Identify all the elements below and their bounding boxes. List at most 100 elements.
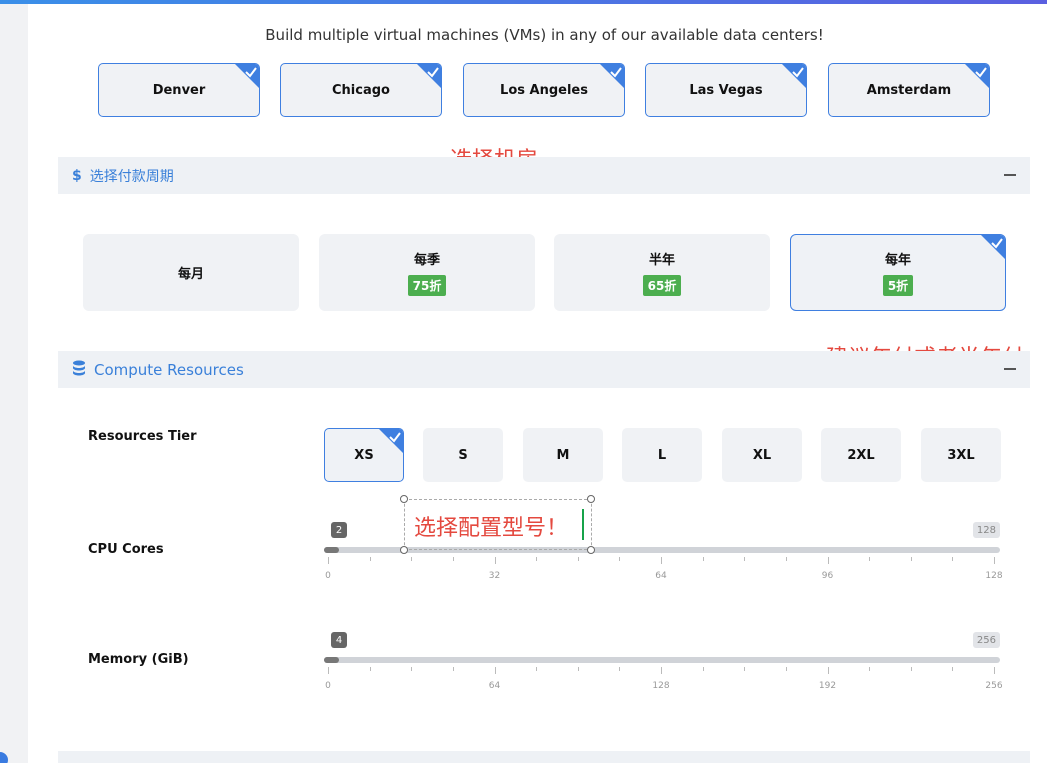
memory-max-tag: 256	[972, 632, 1000, 648]
slider-tick	[744, 557, 746, 561]
tier-option[interactable]: M	[523, 428, 603, 482]
datacenter-label: Chicago	[332, 82, 390, 98]
slider-tick	[411, 667, 413, 671]
check-icon	[417, 64, 441, 88]
compute-section-header[interactable]: Compute Resources	[58, 351, 1030, 388]
billing-option-label: 每年	[884, 253, 911, 268]
discount-badge: 5折	[882, 275, 914, 296]
resize-handle[interactable]	[400, 495, 408, 503]
billing-option[interactable]: 每月	[83, 234, 299, 311]
scroll-indicator[interactable]	[0, 752, 8, 763]
slider-tick	[785, 667, 787, 671]
resources-tier-label: Resources Tier	[88, 429, 197, 444]
tier-option[interactable]: L	[622, 428, 702, 482]
slider-tick	[994, 667, 995, 674]
slider-tick	[952, 667, 954, 671]
slider-tick	[452, 667, 454, 671]
compute-section-title: Compute Resources	[94, 360, 244, 379]
datacenter-option[interactable]: Chicago	[280, 63, 442, 117]
datacenter-option[interactable]: Los Angeles	[463, 63, 625, 117]
text-caret	[582, 509, 584, 540]
slider-tick	[536, 667, 538, 671]
slider-tick	[702, 667, 704, 671]
slider-tick-label: 0	[325, 571, 331, 581]
memory-value-tag: 4	[331, 632, 347, 648]
check-icon	[782, 64, 806, 88]
tier-label: L	[657, 447, 667, 463]
slider-tick-label: 96	[821, 571, 834, 581]
slider-tick	[369, 667, 371, 671]
datacenter-label: Amsterdam	[866, 82, 952, 98]
memory-fill	[324, 657, 339, 663]
tier-option[interactable]: 3XL	[921, 428, 1001, 482]
slider-tick	[411, 557, 413, 561]
slider-tick	[328, 667, 329, 674]
check-icon	[235, 64, 259, 88]
collapse-icon[interactable]	[1004, 368, 1016, 370]
datacenter-option[interactable]: Amsterdam	[828, 63, 990, 117]
slider-tick	[619, 557, 621, 561]
slider-tick	[869, 557, 871, 561]
check-icon	[965, 64, 989, 88]
slider-tick	[994, 557, 995, 564]
check-icon	[379, 429, 403, 453]
slider-tick-label: 32	[488, 571, 501, 581]
slider-tick	[328, 557, 329, 564]
datacenter-label: Las Vegas	[689, 82, 763, 98]
billing-option[interactable]: 半年 65折	[554, 234, 770, 311]
slider-tick	[494, 557, 496, 564]
resize-handle[interactable]	[400, 546, 408, 554]
tier-label: 2XL	[847, 447, 875, 463]
billing-option[interactable]: 每季 75折	[319, 234, 535, 311]
tier-option[interactable]: 2XL	[821, 428, 901, 482]
memory-slider[interactable]: 4 256 0 64 128 192 256	[324, 632, 1003, 692]
tier-label: XS	[354, 447, 374, 463]
billing-section-title: 选择付款周期	[89, 168, 174, 185]
resize-handle[interactable]	[587, 546, 595, 554]
datacenter-option[interactable]: Denver	[98, 63, 260, 117]
slider-tick	[452, 557, 454, 561]
database-icon	[72, 360, 86, 380]
slider-tick	[910, 557, 912, 561]
slider-tick	[577, 667, 579, 671]
slider-tick-label: 64	[488, 681, 501, 691]
cpu-value-tag: 2	[331, 522, 347, 538]
slider-tick-label: 64	[655, 571, 667, 581]
memory-label: Memory (GiB)	[88, 652, 189, 667]
datacenter-label: Los Angeles	[500, 82, 588, 98]
datacenter-label: Denver	[152, 82, 206, 98]
slider-tick-label: 256	[985, 681, 1003, 691]
tier-option[interactable]: XS	[324, 428, 404, 482]
billing-option[interactable]: 每年 5折	[790, 234, 1006, 311]
next-section-header[interactable]	[58, 751, 1030, 763]
check-icon	[981, 235, 1005, 259]
tier-option[interactable]: XL	[722, 428, 802, 482]
slider-tick	[577, 557, 579, 561]
memory-track[interactable]	[324, 657, 1000, 663]
slider-tick	[661, 667, 662, 674]
collapse-icon[interactable]	[1004, 174, 1016, 176]
slider-tick	[869, 667, 871, 671]
slider-tick	[369, 557, 371, 561]
billing-option-label: 每季	[413, 253, 440, 268]
check-icon	[600, 64, 624, 88]
slider-tick-label: 0	[325, 681, 331, 691]
datacenter-option[interactable]: Las Vegas	[645, 63, 807, 117]
tier-label: 3XL	[947, 447, 975, 463]
tier-option[interactable]: S	[423, 428, 503, 482]
cpu-max-tag: 128	[972, 522, 1000, 538]
cpu-cores-label: CPU Cores	[88, 542, 164, 557]
billing-section-header[interactable]: $ 选择付款周期	[58, 157, 1030, 194]
intro-text: Build multiple virtual machines (VMs) in…	[265, 26, 824, 44]
cpu-fill	[324, 547, 339, 553]
tier-label: XL	[752, 447, 772, 463]
slider-tick	[536, 557, 538, 561]
discount-badge: 65折	[642, 275, 682, 296]
slider-tick	[744, 667, 746, 671]
resize-handle[interactable]	[587, 495, 595, 503]
slider-tick	[661, 557, 662, 564]
slider-tick-label: 128	[652, 681, 670, 691]
slider-tick	[827, 667, 829, 674]
slider-tick-label: 128	[985, 571, 1003, 581]
slider-tick	[910, 667, 912, 671]
